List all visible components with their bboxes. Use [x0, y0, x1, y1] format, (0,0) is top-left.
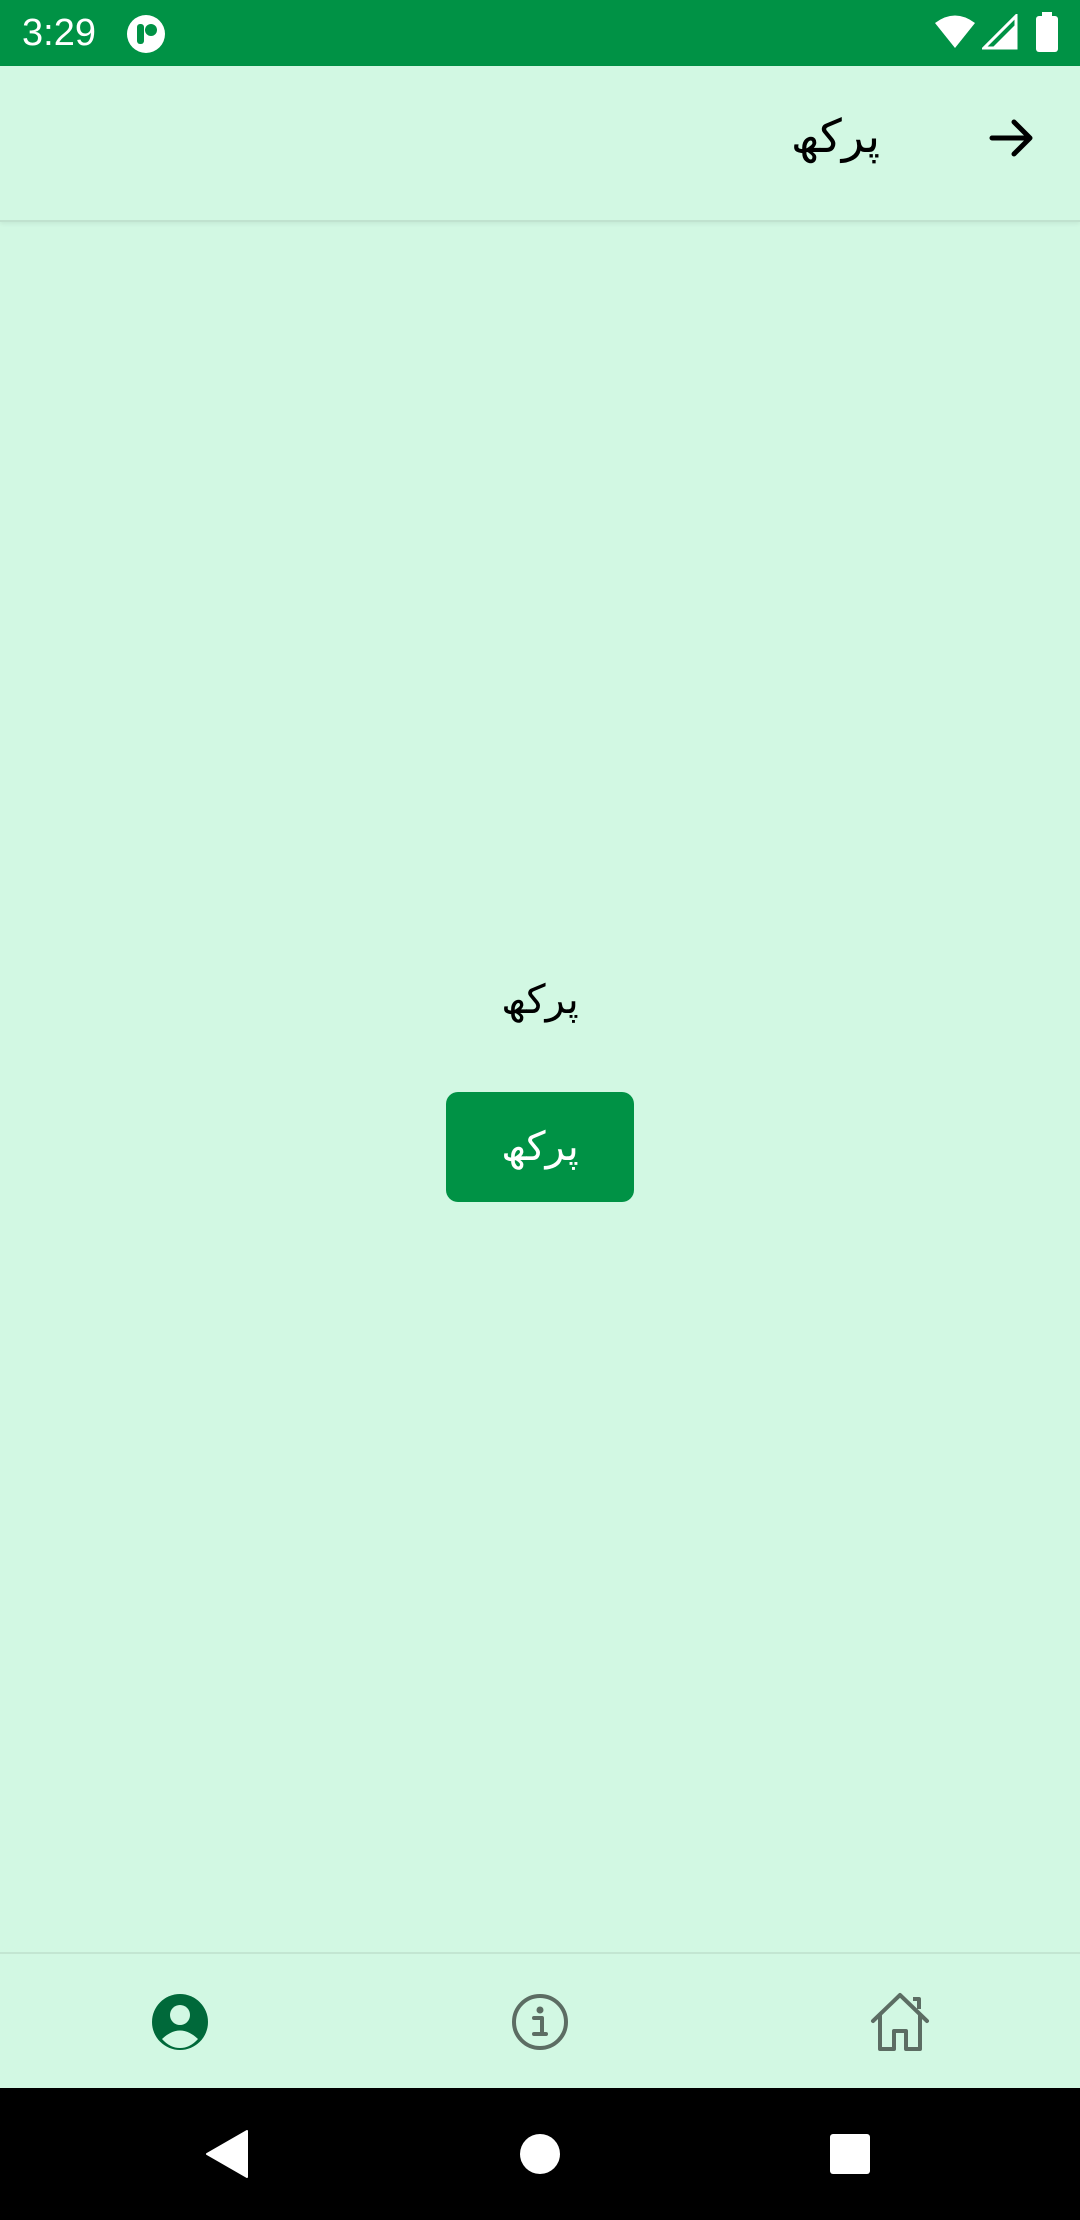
- status-bar: 3:29: [0, 0, 1080, 66]
- battery-icon: [1036, 12, 1058, 52]
- nav-item-info[interactable]: [360, 1954, 720, 2090]
- page-title: پرکھ: [790, 109, 880, 163]
- main-label: پرکھ: [501, 977, 579, 1023]
- app-notification-icon: [127, 15, 165, 53]
- screen: 3:29 پرکھ پرکھ پرکھ: [0, 0, 1080, 2220]
- back-triangle-icon: [206, 2130, 248, 2178]
- main-action-button[interactable]: پرکھ: [446, 1092, 634, 1202]
- info-icon: [512, 1994, 568, 2050]
- home-circle-icon: [520, 2134, 560, 2174]
- arrow-right-icon[interactable]: [986, 112, 1038, 164]
- system-home-button[interactable]: [504, 2118, 576, 2190]
- app-bar: پرکھ: [0, 66, 1080, 222]
- system-back-button[interactable]: [190, 2118, 262, 2190]
- system-recents-button[interactable]: [814, 2118, 886, 2190]
- cell-signal-icon: [982, 14, 1018, 50]
- bottom-navigation: [0, 1952, 1080, 2090]
- status-time: 3:29: [22, 12, 96, 54]
- system-navigation-bar: [0, 2088, 1080, 2220]
- nav-item-home[interactable]: [720, 1954, 1080, 2090]
- home-icon: [871, 1993, 929, 2051]
- recents-square-icon: [830, 2134, 870, 2174]
- wifi-icon: [935, 15, 975, 48]
- nav-item-profile[interactable]: [0, 1954, 360, 2090]
- account-circle-icon: [152, 1994, 208, 2050]
